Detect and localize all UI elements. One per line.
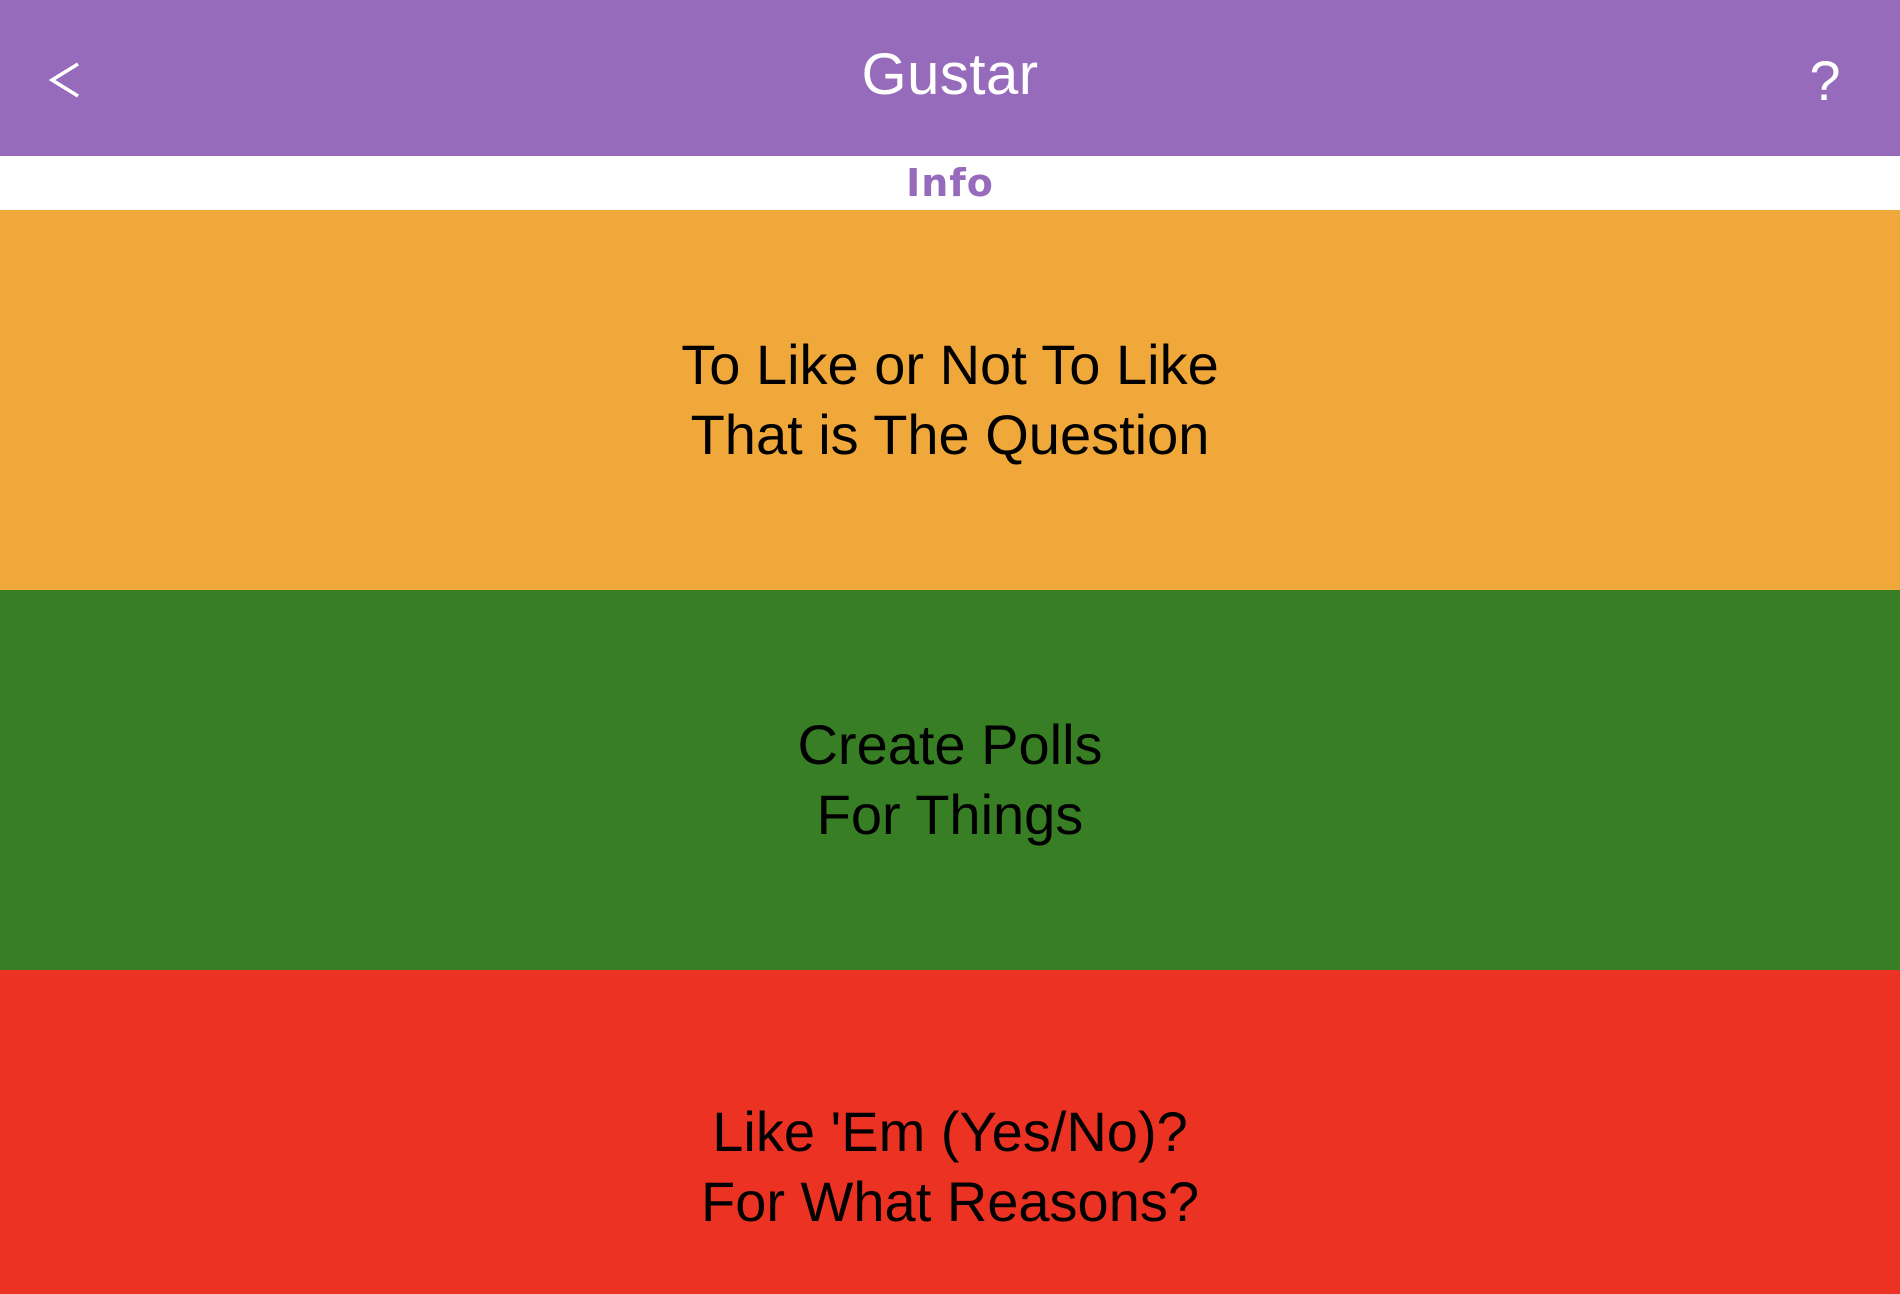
panel-line-1: Create Polls [797,713,1103,776]
panel-line-2: For Things [816,783,1084,846]
app-title: Gustar [861,42,1039,107]
panel-line-2: For What Reasons? [701,1170,1199,1233]
help-button[interactable]: ? [1790,40,1860,120]
panel-line-1: To Like or Not To Like [681,333,1219,396]
app-screen: Gustar ? Info To Like or Not To Like Tha… [0,0,1900,1294]
panel-line-2: That is The Question [690,403,1210,466]
panel-text: Create Polls For Things [797,710,1102,850]
panel-line-1: Like 'Em (Yes/No)? [712,1100,1188,1163]
panel-like-or-not[interactable]: To Like or Not To Like That is The Quest… [0,210,1900,590]
info-bar: Info [0,156,1900,210]
top-navigation-bar: Gustar ? [0,0,1900,156]
panel-create-polls[interactable]: Create Polls For Things [0,590,1900,970]
panel-text: Like 'Em (Yes/No)? For What Reasons? [701,1097,1199,1237]
info-label: Info [906,161,994,205]
panel-text: To Like or Not To Like That is The Quest… [681,330,1218,470]
panel-like-em[interactable]: Like 'Em (Yes/No)? For What Reasons? [0,970,1900,1294]
